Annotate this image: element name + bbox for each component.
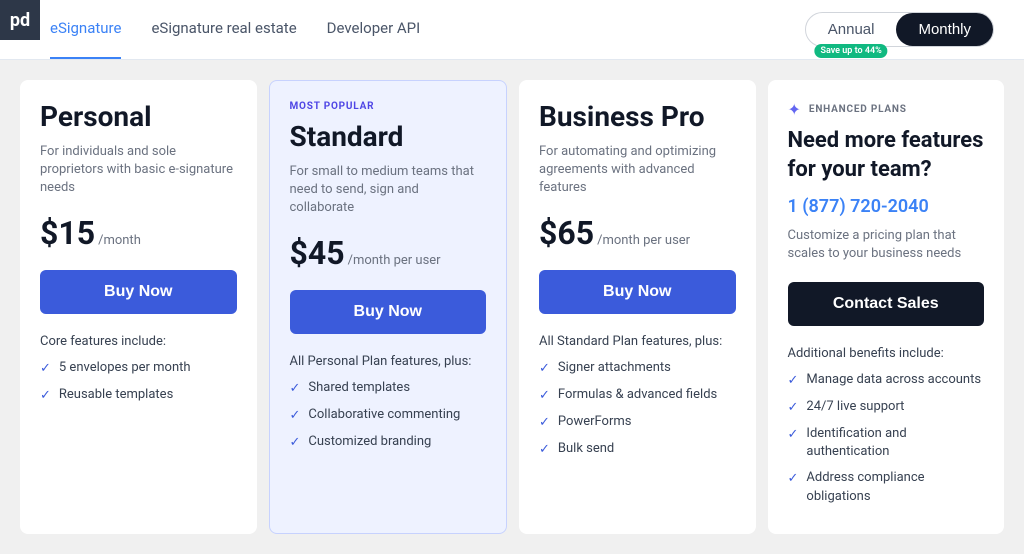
business-pro-price-amount: $65	[539, 214, 594, 252]
list-item: ✓ Collaborative commenting	[290, 406, 487, 425]
list-item: ✓ Manage data across accounts	[788, 371, 985, 390]
enhanced-icon: ✦	[788, 100, 801, 119]
business-pro-plan-card: Business Pro For automating and optimizi…	[519, 80, 756, 534]
check-icon: ✓	[290, 407, 301, 425]
list-item: ✓ 5 envelopes per month	[40, 359, 237, 378]
feature-text: Identification and authentication	[806, 425, 984, 461]
list-item: ✓ Address compliance obligations	[788, 469, 985, 505]
business-pro-price-row: $65 /month per user	[539, 214, 736, 252]
standard-features-label: All Personal Plan features, plus:	[290, 354, 487, 369]
business-pro-buy-button[interactable]: Buy Now	[539, 270, 736, 314]
feature-text: Formulas & advanced fields	[558, 386, 717, 404]
tab-developer-api[interactable]: Developer API	[327, 0, 421, 59]
enhanced-label: ENHANCED PLANS	[809, 104, 907, 115]
check-icon: ✓	[788, 399, 799, 417]
check-icon: ✓	[539, 441, 550, 459]
business-pro-price-period: /month per user	[597, 233, 690, 248]
list-item: ✓ 24/7 live support	[788, 398, 985, 417]
list-item: ✓ Customized branding	[290, 433, 487, 452]
check-icon: ✓	[40, 360, 51, 378]
feature-text: 5 envelopes per month	[59, 359, 191, 377]
list-item: ✓ PowerForms	[539, 413, 736, 432]
personal-price-amount: $15	[40, 214, 95, 252]
enhanced-plans-card: ✦ ENHANCED PLANS Need more features for …	[768, 80, 1005, 534]
feature-text: Signer attachments	[558, 359, 671, 377]
check-icon: ✓	[788, 372, 799, 390]
phone-link[interactable]: 1 (877) 720-2040	[788, 196, 985, 217]
save-badge: Save up to 44%	[814, 44, 887, 58]
annual-toggle-wrapper: Annual Save up to 44%	[806, 13, 897, 46]
standard-plan-desc: For small to medium teams that need to s…	[290, 163, 487, 218]
business-pro-features-label: All Standard Plan features, plus:	[539, 334, 736, 349]
annual-toggle-button[interactable]: Annual	[806, 13, 897, 46]
enhanced-title: Need more features for your team?	[788, 127, 985, 184]
enhanced-features-label: Additional benefits include:	[788, 346, 985, 361]
check-icon: ✓	[788, 426, 799, 444]
most-popular-badge: MOST POPULAR	[290, 101, 487, 112]
feature-text: PowerForms	[558, 413, 632, 431]
standard-plan-name: Standard	[290, 120, 487, 153]
feature-text: Shared templates	[308, 379, 410, 397]
feature-text: Bulk send	[558, 440, 614, 458]
logo-icon: pd	[10, 10, 30, 31]
personal-buy-button[interactable]: Buy Now	[40, 270, 237, 314]
personal-plan-desc: For individuals and sole proprietors wit…	[40, 143, 237, 198]
list-item: ✓ Signer attachments	[539, 359, 736, 378]
logo-bar: pd	[0, 0, 40, 40]
tab-esignature-real-estate[interactable]: eSignature real estate	[151, 0, 296, 59]
tab-esignature[interactable]: eSignature	[50, 0, 121, 59]
personal-price-row: $15 /month	[40, 214, 237, 252]
contact-sales-button[interactable]: Contact Sales	[788, 282, 985, 326]
monthly-toggle-button[interactable]: Monthly	[896, 13, 993, 46]
standard-price-period: /month per user	[348, 253, 441, 268]
enhanced-header: ✦ ENHANCED PLANS	[788, 100, 985, 119]
feature-text: Collaborative commenting	[308, 406, 460, 424]
check-icon: ✓	[539, 414, 550, 432]
plans-content: Personal For individuals and sole propri…	[0, 60, 1024, 554]
check-icon: ✓	[788, 470, 799, 488]
standard-price-amount: $45	[290, 234, 345, 272]
personal-price-period: /month	[98, 233, 141, 248]
feature-text: Address compliance obligations	[806, 469, 984, 505]
check-icon: ✓	[539, 387, 550, 405]
check-icon: ✓	[290, 434, 301, 452]
main-container: pd eSignature eSignature real estate Dev…	[0, 0, 1024, 554]
tabs: eSignature eSignature real estate Develo…	[50, 0, 420, 59]
business-pro-plan-name: Business Pro	[539, 100, 736, 133]
list-item: ✓ Identification and authentication	[788, 425, 985, 461]
list-item: ✓ Formulas & advanced fields	[539, 386, 736, 405]
feature-text: Manage data across accounts	[806, 371, 981, 389]
billing-toggle: Annual Save up to 44% Monthly	[805, 12, 994, 47]
personal-plan-name: Personal	[40, 100, 237, 133]
feature-text: 24/7 live support	[806, 398, 904, 416]
personal-features-label: Core features include:	[40, 334, 237, 349]
list-item: ✓ Bulk send	[539, 440, 736, 459]
check-icon: ✓	[290, 380, 301, 398]
standard-plan-card: MOST POPULAR Standard For small to mediu…	[269, 80, 508, 534]
list-item: ✓ Shared templates	[290, 379, 487, 398]
feature-text: Customized branding	[308, 433, 431, 451]
personal-plan-card: Personal For individuals and sole propri…	[20, 80, 257, 534]
list-item: ✓ Reusable templates	[40, 386, 237, 405]
check-icon: ✓	[539, 360, 550, 378]
enhanced-desc: Customize a pricing plan that scales to …	[788, 227, 985, 263]
standard-buy-button[interactable]: Buy Now	[290, 290, 487, 334]
business-pro-plan-desc: For automating and optimizing agreements…	[539, 143, 736, 198]
check-icon: ✓	[40, 387, 51, 405]
feature-text: Reusable templates	[59, 386, 173, 404]
standard-price-row: $45 /month per user	[290, 234, 487, 272]
nav-area: eSignature eSignature real estate Develo…	[0, 0, 1024, 60]
